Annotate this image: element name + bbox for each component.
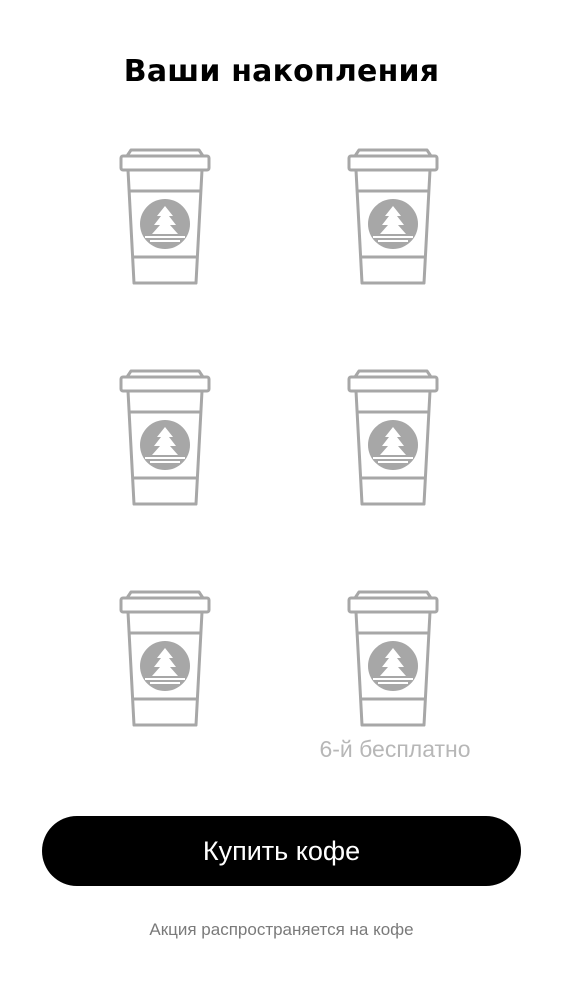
free-cup-label: 6-й бесплатно	[0, 733, 563, 765]
stamp-cup-1	[117, 143, 213, 289]
stamp-cup-5	[117, 585, 213, 731]
coffee-cup-icon	[119, 369, 211, 506]
coffee-cup-icon	[119, 590, 211, 727]
coffee-cup-icon	[119, 148, 211, 285]
promo-footnote: Акция распространяется на кофе	[149, 920, 414, 939]
stamp-cup-2	[345, 143, 441, 289]
stamp-cup-6-free	[345, 585, 441, 731]
coffee-cup-icon	[347, 369, 439, 506]
coffee-cup-icon	[347, 590, 439, 727]
stamp-cup-3	[117, 364, 213, 510]
page-title: Ваши накопления	[123, 54, 440, 89]
free-cup-label-text: 6-й бесплатно	[319, 736, 471, 762]
buy-coffee-button[interactable]: Купить кофе	[42, 816, 521, 886]
coffee-cup-icon	[347, 148, 439, 285]
stamp-cup-4	[345, 364, 441, 510]
